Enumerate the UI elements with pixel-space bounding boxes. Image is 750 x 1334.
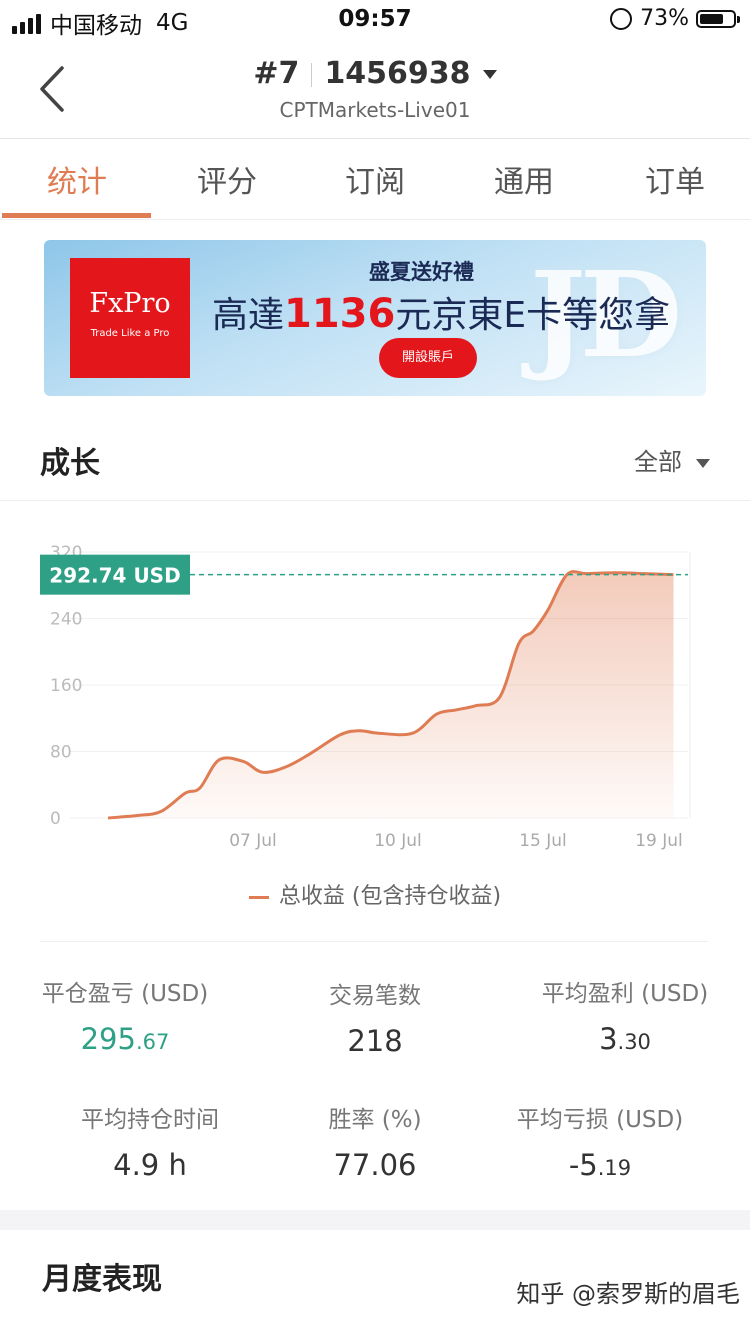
stat-value: 3.30 [500,1022,750,1056]
monthly-title: 月度表现 [42,1262,162,1297]
stat-trade-count: 交易笔数 218 [250,976,500,1058]
period-filter[interactable]: 全部 [634,442,710,477]
value-int: -5 [568,1148,598,1182]
rank: #7 [253,56,300,91]
headline-amount: 1136 [284,291,396,337]
value-int: 218 [347,1024,403,1058]
watermark: 知乎 @索罗斯的眉毛 [516,1280,740,1308]
value-dec: .67 [135,1030,170,1054]
alarm-icon [610,7,633,30]
growth-section-header: 成长 全部 [0,420,750,501]
caret-down-icon [696,458,710,468]
growth-chart: 32024016080007 Jul 10 Jul 15 Jul 19 Jul292.… [40,543,691,851]
stats-content: FxPro Trade Like a Pro JD 盛夏送好禮 高達1136元京… [0,220,750,1210]
divider [40,941,708,942]
current-value-label: 292.74 USD [49,564,180,588]
stat-closed-pnl: 平仓盈亏 (USD) 295.67 [0,974,250,1056]
legend-swatch [248,895,269,899]
y-tick-label: 240 [50,610,82,630]
x-tick-label: 19 Jul [635,831,683,851]
value-int: 4.9 h [113,1148,187,1182]
monthly-section: 月度表现 知乎 @索罗斯的眉毛 [0,1230,750,1334]
stat-avg-profit: 平均盈利 (USD) 3.30 [500,974,750,1056]
open-account-button[interactable]: 開設賬戶 [379,338,477,378]
stat-avg-loss: 平均亏损 (USD) -5.19 [475,1100,725,1182]
stat-value: 4.9 h [25,1148,275,1182]
promo-banner[interactable]: FxPro Trade Like a Pro JD 盛夏送好禮 高達1136元京… [44,240,706,396]
divider [311,62,313,87]
stat-value: -5.19 [475,1148,725,1182]
logo-tagline: Trade Like a Pro [90,328,170,339]
account-number: 1456938 [324,56,471,91]
x-tick-label: 10 Jul [374,831,422,851]
stat-value: 218 [250,1024,500,1058]
battery-icon [696,9,740,28]
server-name: CPTMarkets-Live01 [279,98,471,122]
stat-label: 平均持仓时间 [81,1107,219,1133]
tab-general[interactable]: 通用 [449,157,599,201]
status-bar: 中国移动 4G 09:57 73% [0,0,750,42]
tab-stats[interactable]: 统计 [2,157,152,201]
stat-label: 胜率 (%) [328,1107,422,1133]
y-tick-label: 160 [50,676,82,696]
caret-down-icon [482,70,497,79]
tab-orders[interactable]: 订单 [600,157,750,201]
headline-suffix: 元京東E卡等您拿 [395,295,671,336]
stat-label: 平均亏损 (USD) [516,1107,684,1133]
filter-label: 全部 [634,448,682,476]
status-right: 73% [610,6,740,31]
stat-avg-hold-time: 平均持仓时间 4.9 h [25,1100,275,1182]
active-tab-indicator [2,213,151,218]
x-tick-label: 15 Jul [519,831,567,851]
stat-win-rate: 胜率 (%) 77.06 [250,1100,500,1182]
stat-label: 平均盈利 (USD) [541,981,709,1007]
battery-percent: 73% [640,6,689,31]
legend-label: 总收益 (包含持仓收益) [278,884,502,909]
chart-legend: 总收益 (包含持仓收益) [0,878,750,910]
tab-subscribe[interactable]: 订阅 [300,157,450,201]
y-tick-label: 80 [50,743,72,763]
account-selector[interactable]: #7 1456938 [0,56,750,91]
tab-bar: 统计 评分 订阅 通用 订单 [0,139,750,220]
x-tick-label: 07 Jul [229,831,277,851]
series-area [108,571,674,818]
banner-headline: 高達1136元京東E卡等您拿 [212,286,670,338]
stat-value: 77.06 [250,1148,500,1182]
value-dec: .30 [617,1030,651,1054]
nav-header: #7 1456938 CPTMarkets-Live01 [0,42,750,139]
logo-text: FxPro [89,288,171,319]
headline-prefix: 高達 [212,295,285,336]
y-tick-label: 0 [50,809,61,829]
stat-label: 交易笔数 [329,983,421,1009]
growth-title: 成长 [40,446,100,481]
value-int: 295 [80,1022,136,1056]
value-dec: .19 [597,1156,632,1180]
banner-title: 盛夏送好禮 [369,260,474,284]
fxpro-logo: FxPro Trade Like a Pro [70,258,190,378]
stat-value: 295.67 [0,1022,250,1056]
value-int: 3 [599,1022,618,1056]
value-int: 77.06 [333,1148,417,1182]
stat-label: 平仓盈亏 (USD) [41,981,209,1007]
tab-rating[interactable]: 评分 [152,157,302,201]
